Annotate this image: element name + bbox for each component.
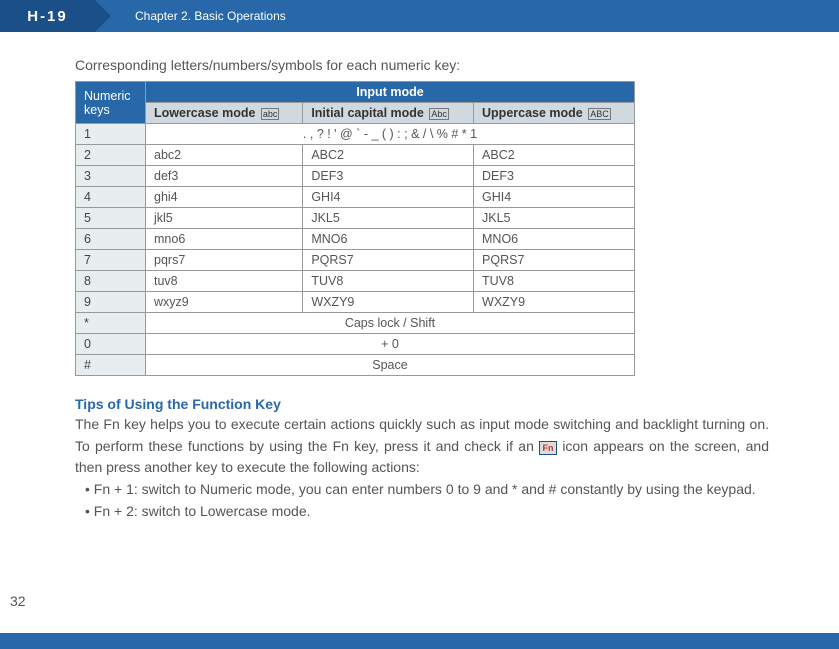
table-row: 7pqrs7PQRS7PQRS7	[76, 250, 635, 271]
upper-cell: GHI4	[474, 187, 635, 208]
span-cell: Space	[146, 355, 635, 376]
table-row: 9wxyz9WXZY9WXZY9	[76, 292, 635, 313]
fn-icon: Fn	[539, 440, 557, 454]
lower-cell: tuv8	[146, 271, 303, 292]
upper-cell: PQRS7	[474, 250, 635, 271]
key-cell: 9	[76, 292, 146, 313]
tips-heading: Tips of Using the Function Key	[75, 396, 769, 412]
lowercase-icon: abc	[261, 108, 280, 120]
col-header-input-mode: Input mode	[146, 82, 635, 103]
table-row: 0+ 0	[76, 334, 635, 355]
upper-cell: DEF3	[474, 166, 635, 187]
lowercase-label: Lowercase mode	[154, 106, 255, 120]
upper-cell: MNO6	[474, 229, 635, 250]
tips-body: The Fn key helps you to execute certain …	[75, 414, 769, 479]
lower-cell: jkl5	[146, 208, 303, 229]
table-row: 2abc2ABC2ABC2	[76, 145, 635, 166]
logo: H-19	[0, 0, 95, 32]
col-header-lowercase: Lowercase mode abc	[146, 103, 303, 124]
table-row: *Caps lock / Shift	[76, 313, 635, 334]
col-header-numeric: Numeric keys	[76, 82, 146, 124]
upper-cell: TUV8	[474, 271, 635, 292]
upper-cell: ABC2	[474, 145, 635, 166]
key-cell: 8	[76, 271, 146, 292]
col-header-initial: Initial capital mode Abc	[303, 103, 474, 124]
span-cell: + 0	[146, 334, 635, 355]
initial-cell: GHI4	[303, 187, 474, 208]
key-cell: 2	[76, 145, 146, 166]
tips-bullets: Fn + 1: switch to Numeric mode, you can …	[75, 479, 769, 522]
table-row: #Space	[76, 355, 635, 376]
table-row: 3def3DEF3DEF3	[76, 166, 635, 187]
key-cell: 7	[76, 250, 146, 271]
table-row: 5jkl5JKL5JKL5	[76, 208, 635, 229]
key-cell: 5	[76, 208, 146, 229]
table-row: 1. , ? ! ' @ ` - _ ( ) : ; & / \ % # * 1	[76, 124, 635, 145]
initial-cell: MNO6	[303, 229, 474, 250]
lower-cell: pqrs7	[146, 250, 303, 271]
lower-cell: def3	[146, 166, 303, 187]
key-cell: 1	[76, 124, 146, 145]
footer-bar	[0, 633, 839, 649]
key-cell: #	[76, 355, 146, 376]
key-cell: *	[76, 313, 146, 334]
uppercase-label: Uppercase mode	[482, 106, 583, 120]
intro-text: Corresponding letters/numbers/symbols fo…	[75, 57, 769, 73]
upper-cell: WXZY9	[474, 292, 635, 313]
key-cell: 6	[76, 229, 146, 250]
initial-cell: DEF3	[303, 166, 474, 187]
page-content: Corresponding letters/numbers/symbols fo…	[0, 32, 839, 522]
initial-cell: TUV8	[303, 271, 474, 292]
initial-icon: Abc	[429, 108, 449, 120]
lower-cell: ghi4	[146, 187, 303, 208]
key-cell: 4	[76, 187, 146, 208]
svg-text:Fn: Fn	[543, 443, 554, 453]
initial-cell: ABC2	[303, 145, 474, 166]
span-cell: . , ? ! ' @ ` - _ ( ) : ; & / \ % # * 1	[146, 124, 635, 145]
span-cell: Caps lock / Shift	[146, 313, 635, 334]
initial-cell: JKL5	[303, 208, 474, 229]
uppercase-icon: ABC	[588, 108, 611, 120]
upper-cell: JKL5	[474, 208, 635, 229]
page-number: 32	[10, 593, 26, 609]
header-bar: H-19 Chapter 2. Basic Operations	[0, 0, 839, 32]
tip-bullet: Fn + 1: switch to Numeric mode, you can …	[75, 479, 769, 501]
lower-cell: abc2	[146, 145, 303, 166]
chapter-title: Chapter 2. Basic Operations	[135, 9, 286, 23]
lower-cell: wxyz9	[146, 292, 303, 313]
initial-cell: WXZY9	[303, 292, 474, 313]
lower-cell: mno6	[146, 229, 303, 250]
input-mode-table: Numeric keys Input mode Lowercase mode a…	[75, 81, 635, 376]
key-cell: 0	[76, 334, 146, 355]
col-header-uppercase: Uppercase mode ABC	[474, 103, 635, 124]
table-row: 6mno6MNO6MNO6	[76, 229, 635, 250]
key-cell: 3	[76, 166, 146, 187]
initial-cell: PQRS7	[303, 250, 474, 271]
table-row: 4ghi4GHI4GHI4	[76, 187, 635, 208]
initial-label: Initial capital mode	[311, 106, 424, 120]
table-row: 8tuv8TUV8TUV8	[76, 271, 635, 292]
tip-bullet: Fn + 2: switch to Lowercase mode.	[75, 501, 769, 523]
